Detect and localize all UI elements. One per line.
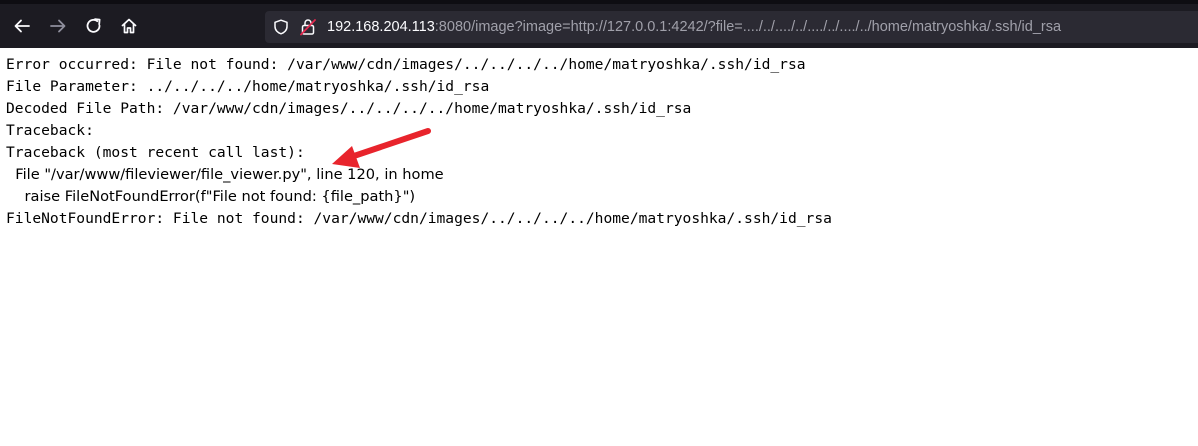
traceback-file-line: File "/var/www/fileviewer/file_viewer.py… (6, 166, 444, 183)
home-button[interactable] (115, 12, 143, 40)
error-line: Error occurred: File not found: /var/www… (6, 56, 806, 73)
reload-icon (86, 18, 101, 33)
reload-button[interactable] (80, 12, 108, 40)
url-path: :8080/image?image=http://127.0.0.1:4242/… (434, 19, 1062, 35)
arrow-left-icon (14, 19, 30, 33)
home-icon (121, 18, 137, 34)
insecure-lock-icon[interactable] (300, 18, 316, 36)
url-text[interactable]: 192.168.204.113:8080/image?image=http://… (327, 11, 1061, 43)
traceback-label: Traceback: (6, 122, 94, 139)
forward-button[interactable] (44, 12, 72, 40)
arrow-right-icon (50, 19, 66, 33)
traceback-raise-line: raise FileNotFoundError(f"File not found… (6, 188, 416, 205)
shield-icon[interactable] (273, 19, 289, 35)
back-button[interactable] (8, 12, 36, 40)
url-host: 192.168.204.113 (327, 19, 435, 35)
page-content: Error occurred: File not found: /var/www… (6, 54, 1198, 230)
traceback-header: Traceback (most recent call last): (6, 144, 305, 161)
url-bar[interactable]: 192.168.204.113:8080/image?image=http://… (265, 11, 1198, 43)
exception-line: FileNotFoundError: File not found: /var/… (6, 210, 832, 227)
file-parameter-line: File Parameter: ../../../../home/matryos… (6, 78, 490, 95)
browser-toolbar: 192.168.204.113:8080/image?image=http://… (0, 0, 1198, 48)
decoded-path-line: Decoded File Path: /var/www/cdn/images/.… (6, 100, 692, 117)
